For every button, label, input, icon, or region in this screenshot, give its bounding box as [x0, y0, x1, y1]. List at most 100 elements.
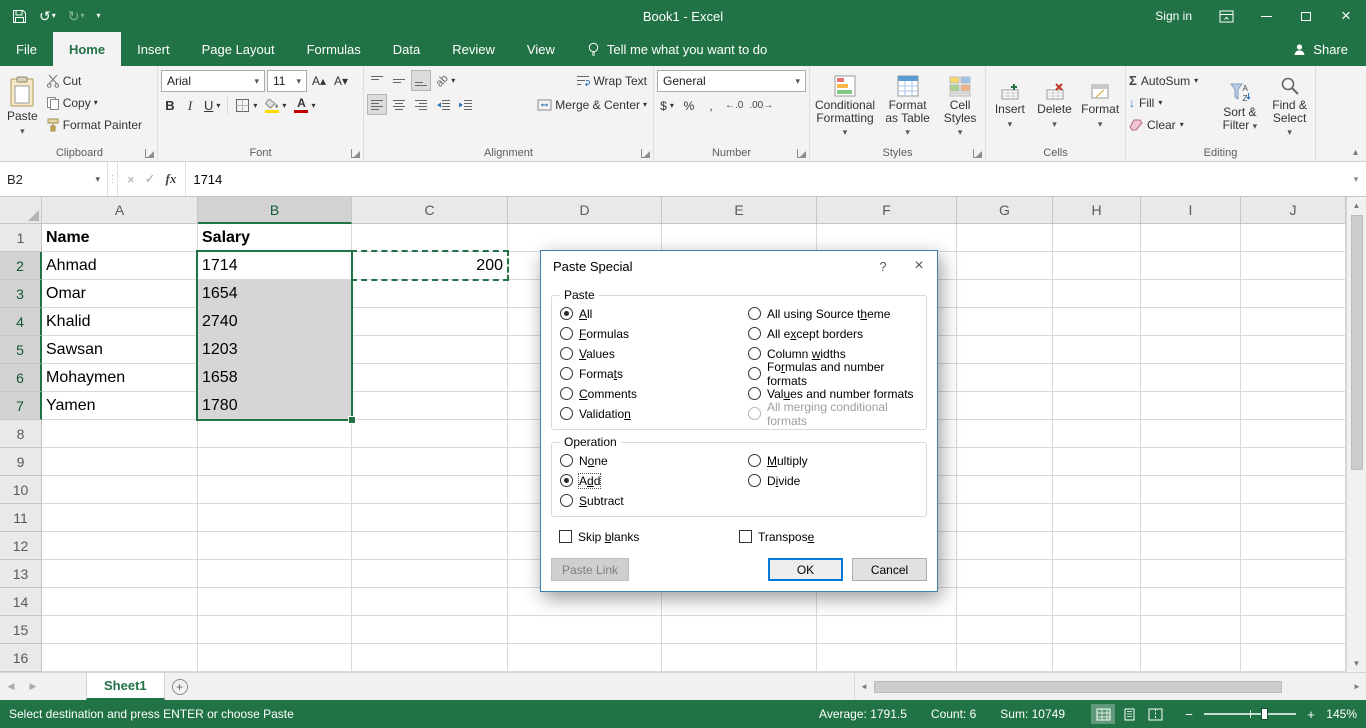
row-header-11[interactable]: 11 — [0, 504, 42, 532]
borders-button[interactable]: ▾ — [232, 95, 260, 116]
cell-C14[interactable] — [352, 588, 508, 616]
row-header-14[interactable]: 14 — [0, 588, 42, 616]
column-header-I[interactable]: I — [1141, 197, 1241, 224]
cell-A15[interactable] — [42, 616, 198, 644]
formula-bar-expand-button[interactable]: ▾ — [1346, 162, 1366, 196]
font-name-combo[interactable]: Arial ▾ — [161, 70, 265, 92]
cell-F15[interactable] — [817, 616, 957, 644]
cell-C15[interactable] — [352, 616, 508, 644]
cell-B11[interactable] — [198, 504, 352, 532]
cell-J11[interactable] — [1241, 504, 1346, 532]
row-header-7[interactable]: 7 — [0, 392, 42, 420]
cell-E14[interactable] — [662, 588, 817, 616]
cell-G14[interactable] — [957, 588, 1053, 616]
cell-H7[interactable] — [1053, 392, 1141, 420]
cell-G3[interactable] — [957, 280, 1053, 308]
cell-E15[interactable] — [662, 616, 817, 644]
cell-I3[interactable] — [1141, 280, 1241, 308]
cell-G15[interactable] — [957, 616, 1053, 644]
cell-G4[interactable] — [957, 308, 1053, 336]
cell-B5[interactable]: 1203 — [198, 336, 352, 364]
clear-button[interactable]: Clear ▾ — [1129, 114, 1213, 135]
row-header-1[interactable]: 1 — [0, 224, 42, 252]
cell-H13[interactable] — [1053, 560, 1141, 588]
orientation-button[interactable]: ab ▾ — [433, 70, 458, 91]
ribbon-tab-file[interactable]: File — [0, 32, 53, 66]
scroll-left-button[interactable]: ◄ — [855, 673, 873, 700]
cell-J4[interactable] — [1241, 308, 1346, 336]
customize-qat-button[interactable]: ▾ — [93, 10, 105, 22]
cell-I11[interactable] — [1141, 504, 1241, 532]
italic-button[interactable]: I — [181, 95, 199, 116]
cell-A9[interactable] — [42, 448, 198, 476]
row-header-15[interactable]: 15 — [0, 616, 42, 644]
cell-C3[interactable] — [352, 280, 508, 308]
cell-B16[interactable] — [198, 644, 352, 672]
ribbon-tab-home[interactable]: Home — [53, 32, 121, 66]
align-left-button[interactable] — [367, 94, 387, 115]
cell-J5[interactable] — [1241, 336, 1346, 364]
cell-H16[interactable] — [1053, 644, 1141, 672]
cell-A11[interactable] — [42, 504, 198, 532]
cell-I16[interactable] — [1141, 644, 1241, 672]
radio-values[interactable]: Values — [560, 346, 748, 361]
cell-J16[interactable] — [1241, 644, 1346, 672]
radio-none[interactable]: None — [560, 453, 748, 468]
cell-E16[interactable] — [662, 644, 817, 672]
cell-I6[interactable] — [1141, 364, 1241, 392]
zoom-level[interactable]: 145% — [1319, 707, 1357, 721]
format-as-table-button[interactable]: Format as Table ▾ — [880, 70, 935, 144]
dialog-help-button[interactable]: ? — [865, 251, 901, 281]
ribbon-tab-formulas[interactable]: Formulas — [291, 32, 377, 66]
delete-cells-button[interactable]: Delete ▾ — [1034, 70, 1076, 144]
cell-H12[interactable] — [1053, 532, 1141, 560]
row-header-9[interactable]: 9 — [0, 448, 42, 476]
maximize-button[interactable] — [1286, 0, 1326, 32]
accounting-format-button[interactable]: $ ▾ — [657, 95, 677, 116]
dialog-close-button[interactable]: × — [901, 251, 937, 281]
cell-G1[interactable] — [957, 224, 1053, 252]
zoom-slider[interactable] — [1204, 713, 1296, 715]
merge-center-button[interactable]: Merge & Center ▾ — [534, 94, 650, 115]
insert-cells-button[interactable]: Insert ▾ — [989, 70, 1031, 144]
cell-C7[interactable] — [352, 392, 508, 420]
fill-color-button[interactable]: ▾ — [262, 95, 289, 116]
cell-C16[interactable] — [352, 644, 508, 672]
minimize-button[interactable] — [1246, 0, 1286, 32]
cell-I10[interactable] — [1141, 476, 1241, 504]
cell-J1[interactable] — [1241, 224, 1346, 252]
normal-view-button[interactable] — [1091, 704, 1115, 724]
cell-C8[interactable] — [352, 420, 508, 448]
cell-A7[interactable]: Yamen — [42, 392, 198, 420]
autosum-button[interactable]: Σ AutoSum ▾ — [1129, 70, 1213, 91]
horizontal-scrollbar-thumb[interactable] — [874, 681, 1282, 693]
cell-A16[interactable] — [42, 644, 198, 672]
ribbon-display-options-button[interactable] — [1206, 0, 1246, 32]
page-break-view-button[interactable] — [1143, 704, 1167, 724]
row-header-5[interactable]: 5 — [0, 336, 42, 364]
cell-D1[interactable] — [508, 224, 662, 252]
cut-button[interactable]: Cut — [43, 70, 145, 91]
cell-C9[interactable] — [352, 448, 508, 476]
cell-H11[interactable] — [1053, 504, 1141, 532]
cell-J15[interactable] — [1241, 616, 1346, 644]
cell-A3[interactable]: Omar — [42, 280, 198, 308]
cell-G5[interactable] — [957, 336, 1053, 364]
paste-button[interactable]: Paste ▾ — [5, 70, 40, 144]
column-header-G[interactable]: G — [957, 197, 1053, 224]
cell-C1[interactable] — [352, 224, 508, 252]
font-color-button[interactable]: A ▾ — [291, 95, 318, 116]
checkbox-transpose[interactable]: Transpose — [739, 529, 814, 544]
cell-J12[interactable] — [1241, 532, 1346, 560]
row-header-13[interactable]: 13 — [0, 560, 42, 588]
cell-G8[interactable] — [957, 420, 1053, 448]
cell-styles-button[interactable]: Cell Styles ▾ — [938, 70, 982, 144]
align-bottom-button[interactable] — [411, 70, 431, 91]
vertical-scrollbar[interactable]: ▲ ▼ — [1346, 197, 1366, 672]
cell-G12[interactable] — [957, 532, 1053, 560]
column-header-B[interactable]: B — [198, 197, 352, 224]
align-middle-button[interactable] — [389, 70, 409, 91]
cell-H10[interactable] — [1053, 476, 1141, 504]
ribbon-tab-page-layout[interactable]: Page Layout — [186, 32, 291, 66]
row-header-12[interactable]: 12 — [0, 532, 42, 560]
